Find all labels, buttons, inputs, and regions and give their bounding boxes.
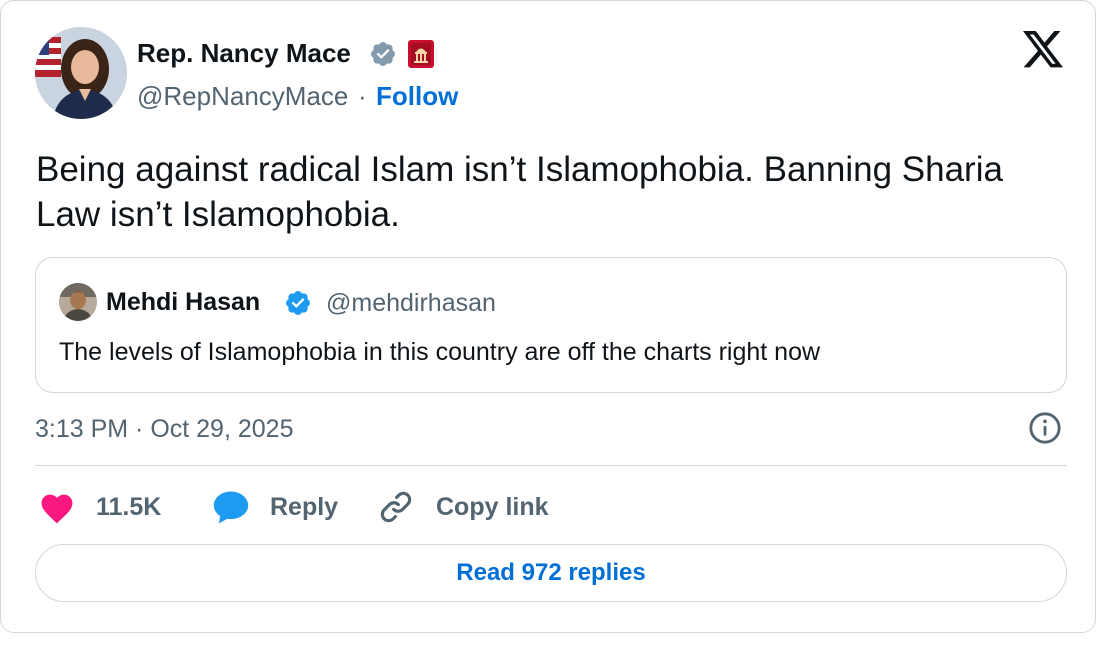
reply-label: Reply <box>270 493 339 521</box>
quoted-author-avatar[interactable] <box>59 283 97 321</box>
house-seal-icon[interactable] <box>408 40 434 68</box>
copy-link-button[interactable]: Copy link <box>377 485 567 529</box>
divider <box>35 465 1067 466</box>
copy-link-label: Copy link <box>436 493 549 521</box>
read-replies-button[interactable]: Read 972 replies <box>35 544 1067 602</box>
x-logo-icon[interactable] <box>1021 31 1065 71</box>
quoted-author-photo <box>59 283 97 321</box>
handle-separator: · <box>358 81 367 111</box>
author-avatar[interactable] <box>35 27 127 119</box>
like-button[interactable]: 11.5K <box>35 485 175 529</box>
author-handle[interactable]: @RepNancyMace <box>137 80 348 112</box>
quoted-post-text: The levels of Islamophobia in this count… <box>59 338 821 366</box>
blue-verified-icon <box>286 291 310 315</box>
post-timestamp[interactable]: 3:13 PM · Oct 29, 2025 <box>35 413 293 445</box>
heart-icon <box>41 494 73 524</box>
author-photo <box>35 27 127 119</box>
like-count: 11.5K <box>96 493 162 521</box>
reply-button[interactable]: Reply <box>211 485 351 529</box>
speech-bubble-icon <box>213 491 249 524</box>
chain-link-icon <box>380 491 412 523</box>
quoted-post[interactable]: Mehdi Hasan @mehdirhasan The levels of I… <box>35 257 1067 393</box>
gray-verified-icon <box>371 42 395 66</box>
quoted-author-handle: @mehdirhasan <box>326 289 496 317</box>
post-text: Being against radical Islam isn’t Islamo… <box>36 150 1003 234</box>
author-name[interactable]: Rep. Nancy Mace <box>137 37 351 69</box>
quoted-author-name: Mehdi Hasan <box>106 288 261 316</box>
follow-button[interactable]: Follow <box>376 80 458 112</box>
info-icon[interactable] <box>1028 411 1062 445</box>
tweet-embed-card: Rep. Nancy Mace @RepNancyMace · Follow B… <box>0 0 1096 633</box>
